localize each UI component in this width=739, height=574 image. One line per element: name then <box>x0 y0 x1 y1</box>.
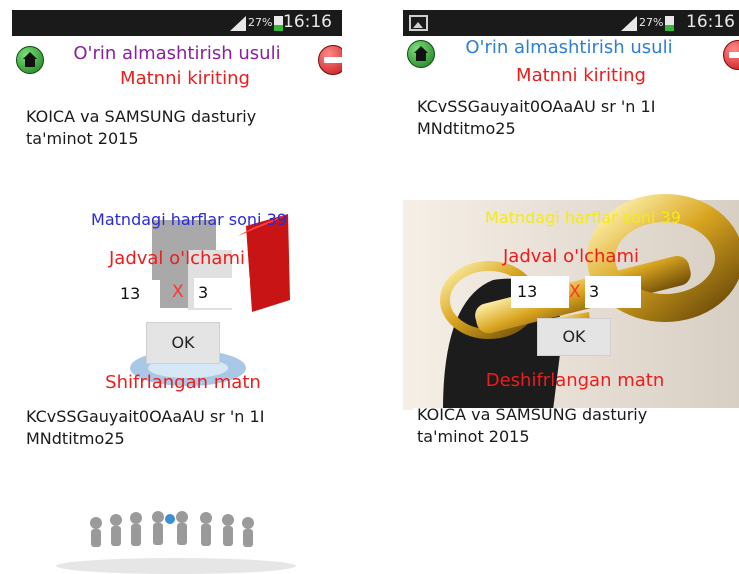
input-label: Matnni kiriting <box>516 65 646 86</box>
battery-icon <box>665 16 674 31</box>
input-text-field[interactable]: KOICA va SAMSUNG dasturiy ta'minot 2015 <box>26 106 326 150</box>
signal-icon <box>230 16 246 31</box>
output-label: Deshifrlangan matn <box>485 370 665 391</box>
cols-input[interactable]: 3 <box>194 278 250 308</box>
ok-button[interactable]: OK <box>537 318 611 356</box>
decrypt-screen: 27% 16:16 O'rin almashtirish usuli Matnn… <box>403 0 739 574</box>
times-symbol: X <box>569 282 581 302</box>
screen-title: O'rin almashtirish usuli <box>73 43 281 64</box>
battery-percent: 27% <box>639 16 664 29</box>
table-size-label: Jadval o'lchami <box>502 246 639 267</box>
ok-button[interactable]: OK <box>146 322 220 364</box>
status-bar: 27% 16:16 <box>12 10 342 36</box>
output-label: Shifrlangan matn <box>105 372 261 393</box>
signal-icon <box>621 16 637 31</box>
rows-input[interactable]: 13 <box>120 280 160 308</box>
output-text-field[interactable]: KOICA va SAMSUNG dasturiy ta'minot 2015 <box>417 404 727 448</box>
status-time: 16:16 <box>686 12 735 32</box>
status-time: 16:16 <box>283 12 332 32</box>
table-size-label: Jadval o'lchami <box>108 248 245 269</box>
input-text-field[interactable]: KCvSSGauyait0OAaAU sr 'n 1I MNdtitmo25 <box>417 96 727 140</box>
times-symbol: X <box>172 282 184 302</box>
battery-percent: 27% <box>248 16 273 29</box>
encrypt-screen: 27% 16:16 O'rin almashtirish usuli Matnn… <box>12 0 342 574</box>
rows-input[interactable]: 13 <box>511 276 569 308</box>
cols-input[interactable]: 3 <box>585 276 641 308</box>
input-label: Matnni kiriting <box>120 68 250 89</box>
output-text-field[interactable]: KCvSSGauyait0OAaAU sr 'n 1I MNdtitmo25 <box>26 406 326 450</box>
status-bar: 27% 16:16 <box>403 10 739 36</box>
letter-count-label: Matndagi harflar soni 39 <box>91 210 287 229</box>
screen-title: O'rin almashtirish usuli <box>465 37 673 58</box>
battery-icon <box>274 16 283 31</box>
figures-floor-shadow <box>56 558 296 574</box>
gallery-icon <box>409 15 428 31</box>
letter-count-label: Matndagi harflar soni 39 <box>485 208 681 227</box>
figure-blue-head <box>165 514 175 524</box>
